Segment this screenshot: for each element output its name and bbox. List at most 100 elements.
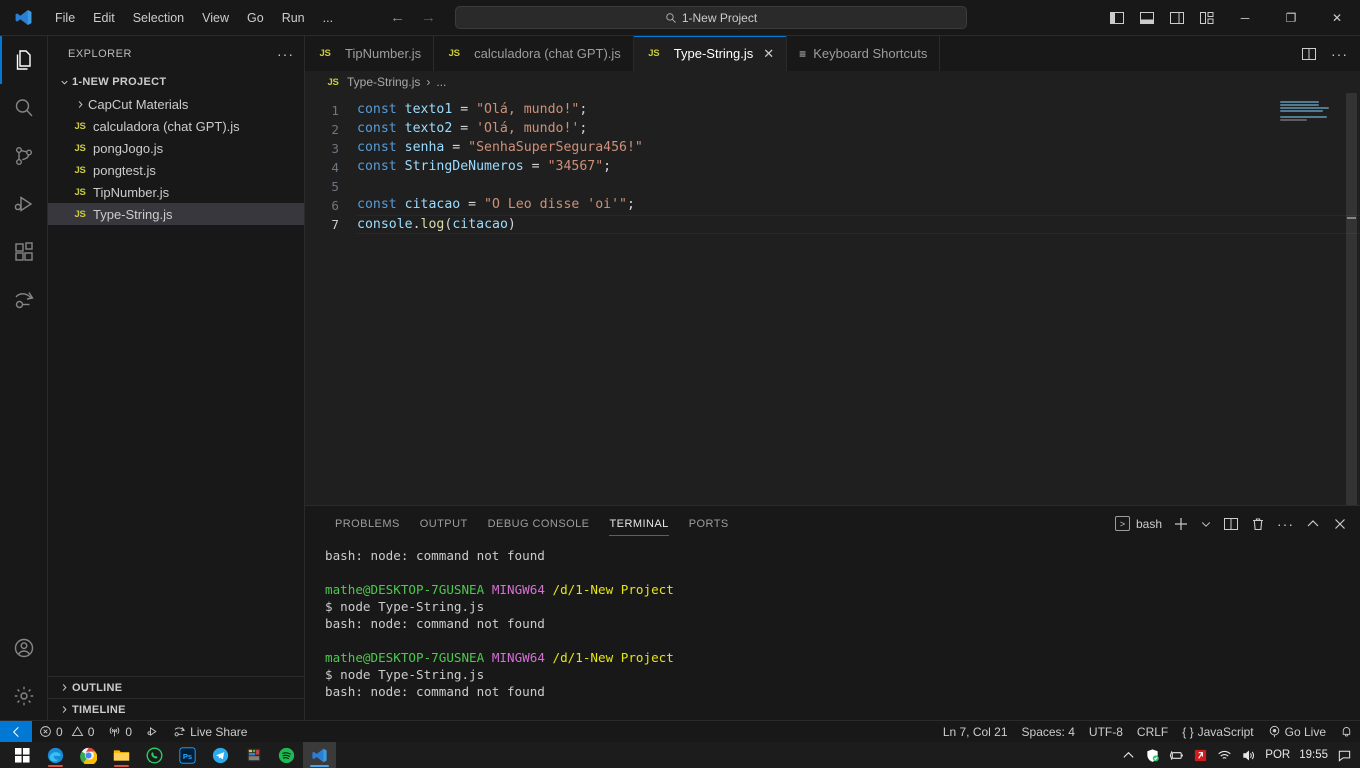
chevron-down-icon[interactable] — [1200, 518, 1212, 530]
code-line[interactable]: 4 const StringDeNumeros = "34567"; — [305, 158, 1360, 177]
tree-root-folder[interactable]: 1-NEW PROJECT — [48, 71, 304, 93]
menu-selection[interactable]: Selection — [124, 7, 193, 29]
panel-tab-terminal[interactable]: TERMINAL — [599, 506, 678, 541]
arrow-right-icon[interactable]: → — [421, 10, 436, 25]
code-editor[interactable]: 1 const texto1 = "Olá, mundo!"; 2 const tex… — [305, 93, 1360, 505]
taskbar-visual-studio-code[interactable] — [303, 742, 336, 768]
close-button[interactable]: ✕ — [1314, 0, 1360, 36]
tab-keyboard-shortcuts[interactable]: ≡ Keyboard Shortcuts — [787, 36, 941, 71]
tab-tipnumber[interactable]: JS TipNumber.js — [305, 36, 435, 71]
code-line[interactable]: 5 — [305, 177, 1360, 196]
tray-clock[interactable]: 19:55 — [1299, 749, 1328, 761]
menu-view[interactable]: View — [193, 7, 238, 29]
tray-language[interactable]: POR — [1265, 749, 1290, 761]
panel-tab-problems[interactable]: PROBLEMS — [325, 506, 410, 541]
chevron-up-icon[interactable] — [1121, 748, 1136, 763]
taskbar-photoshop[interactable]: Ps — [171, 742, 204, 768]
customize-layout-icon[interactable] — [1199, 10, 1215, 26]
activity-extensions[interactable] — [0, 228, 48, 276]
menu-run[interactable]: Run — [273, 7, 314, 29]
minimize-button[interactable]: ─ — [1222, 0, 1268, 36]
status-problems[interactable]: 0 0 — [32, 721, 101, 743]
activity-explorer[interactable] — [0, 36, 48, 84]
notification-icon[interactable] — [1337, 748, 1352, 763]
panel-tab-output[interactable]: OUTPUT — [410, 506, 478, 541]
tree-item-type-string[interactable]: JS Type-String.js — [48, 203, 304, 225]
tree-item-calculadora[interactable]: JS calculadora (chat GPT).js — [48, 115, 304, 137]
terminal-shell-selector[interactable]: > bash — [1114, 516, 1162, 531]
wifi-icon[interactable] — [1217, 748, 1232, 763]
taskbar-microsoft-edge[interactable] — [39, 742, 72, 768]
taskbar-file-explorer[interactable] — [105, 742, 138, 768]
status-eol[interactable]: CRLF — [1130, 721, 1175, 743]
speaker-icon[interactable] — [1241, 748, 1256, 763]
status-ports[interactable]: 0 — [101, 721, 139, 743]
taskbar-whatsapp[interactable] — [138, 742, 171, 768]
activity-settings[interactable] — [0, 672, 48, 720]
activity-accounts[interactable] — [0, 624, 48, 672]
battery-icon[interactable] — [1169, 748, 1184, 763]
code-line[interactable]: 3 const senha = "SenhaSuperSegura456!" — [305, 139, 1360, 158]
editor-scrollbar[interactable] — [1346, 93, 1357, 505]
panel-tab-debug-console[interactable]: DEBUG CONSOLE — [478, 506, 600, 541]
breadcrumb-tail[interactable]: ... — [436, 75, 446, 89]
remote-window-button[interactable] — [0, 720, 32, 743]
status-encoding[interactable]: UTF-8 — [1082, 721, 1130, 743]
maximize-panel-icon[interactable] — [1305, 516, 1321, 532]
status-cursor-position[interactable]: Ln 7, Col 21 — [936, 721, 1015, 743]
toggle-secondary-sidebar-icon[interactable] — [1169, 10, 1185, 26]
maximize-button[interactable]: ❐ — [1268, 0, 1314, 36]
status-go-live[interactable]: Go Live — [1261, 721, 1333, 743]
toggle-primary-sidebar-icon[interactable] — [1109, 10, 1125, 26]
activity-search[interactable] — [0, 84, 48, 132]
breadcrumb-file[interactable]: Type-String.js — [347, 75, 420, 89]
tray-app-icon[interactable] — [1193, 748, 1208, 763]
status-notifications[interactable] — [1333, 721, 1360, 743]
code-line[interactable]: 6 const citacao = "O Leo disse 'oi'"; — [305, 196, 1360, 215]
tree-item-tipnumber[interactable]: JS TipNumber.js — [48, 181, 304, 203]
code-line[interactable]: 7 console.log(citacao) — [305, 215, 1360, 234]
tree-item-pongtest[interactable]: JS pongtest.js — [48, 159, 304, 181]
close-panel-icon[interactable] — [1332, 516, 1348, 532]
tab-type-string[interactable]: JS Type-String.js ✕ — [633, 36, 788, 71]
taskbar-telegram[interactable] — [204, 742, 237, 768]
split-terminal-icon[interactable] — [1223, 516, 1239, 532]
close-icon[interactable]: ✕ — [763, 46, 774, 62]
explorer-more-actions-icon[interactable]: ··· — [277, 47, 294, 61]
taskbar-app[interactable] — [237, 742, 270, 768]
new-terminal-icon[interactable] — [1173, 516, 1189, 532]
status-live-share[interactable]: Live Share — [166, 721, 254, 743]
arrow-left-icon[interactable]: ← — [390, 10, 405, 25]
toggle-panel-icon[interactable] — [1139, 10, 1155, 26]
sidebar-section-outline[interactable]: OUTLINE — [48, 676, 304, 698]
more-actions-icon[interactable]: ··· — [1277, 517, 1294, 531]
kill-terminal-icon[interactable] — [1250, 516, 1266, 532]
tree-item-capcut-materials[interactable]: CapCut Materials — [48, 93, 304, 115]
menu-go[interactable]: Go — [238, 7, 273, 29]
taskbar-google-chrome[interactable] — [72, 742, 105, 768]
terminal-output[interactable]: bash: node: command not found mathe@DESK… — [305, 541, 1360, 720]
activity-source-control[interactable] — [0, 132, 48, 180]
activity-run-debug[interactable] — [0, 180, 48, 228]
menu-edit[interactable]: Edit — [84, 7, 124, 29]
panel-tab-ports[interactable]: PORTS — [679, 506, 739, 541]
windows-security-icon[interactable] — [1145, 748, 1160, 763]
status-debug[interactable] — [139, 721, 166, 743]
split-editor-icon[interactable] — [1301, 46, 1317, 62]
code-line[interactable]: 1 const texto1 = "Olá, mundo!"; — [305, 101, 1360, 120]
menu-more[interactable]: ... — [314, 7, 342, 29]
status-indentation[interactable]: Spaces: 4 — [1015, 721, 1082, 743]
tab-calculadora[interactable]: JS calculadora (chat GPT).js — [434, 36, 634, 71]
quick-search-bar[interactable]: 1-New Project — [455, 6, 967, 29]
windows-start-icon[interactable] — [6, 742, 39, 768]
status-language[interactable]: { } JavaScript — [1175, 721, 1260, 743]
menu-file[interactable]: File — [46, 7, 84, 29]
minimap[interactable] — [1280, 101, 1338, 123]
sidebar-section-timeline[interactable]: TIMELINE — [48, 698, 304, 720]
code-line[interactable]: 2 const texto2 = 'Olá, mundo!'; — [305, 120, 1360, 139]
more-actions-icon[interactable]: ··· — [1331, 47, 1348, 61]
scrollbar-thumb[interactable] — [1346, 93, 1357, 505]
tree-item-pongjogo[interactable]: JS pongJogo.js — [48, 137, 304, 159]
taskbar-spotify[interactable] — [270, 742, 303, 768]
activity-live-share[interactable] — [0, 276, 48, 324]
